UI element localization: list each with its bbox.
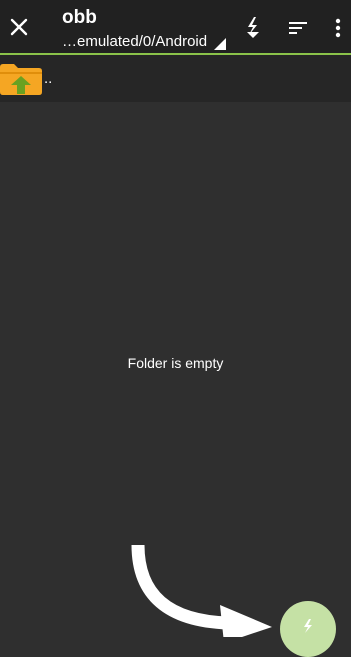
parent-folder-row[interactable]: [0, 55, 351, 102]
more-options-button[interactable]: [330, 16, 346, 40]
close-icon: [10, 18, 28, 36]
sort-button[interactable]: [286, 16, 310, 40]
folder-path[interactable]: …emulated/0/Android: [62, 32, 207, 52]
lightning-download-icon: [247, 17, 259, 38]
folder-up-icon: [0, 64, 42, 95]
more-vertical-icon: [335, 18, 341, 38]
parent-folder-label: ..: [44, 70, 53, 87]
download-button[interactable]: [240, 16, 266, 40]
empty-folder-message: Folder is empty: [127, 355, 224, 371]
folder-title: obb: [62, 7, 97, 28]
lightning-download-icon: [304, 619, 312, 633]
hint-arrow-icon: [131, 544, 272, 637]
caret-down-icon[interactable]: [214, 38, 226, 50]
close-button[interactable]: [6, 14, 32, 40]
sort-icon: [289, 22, 307, 34]
